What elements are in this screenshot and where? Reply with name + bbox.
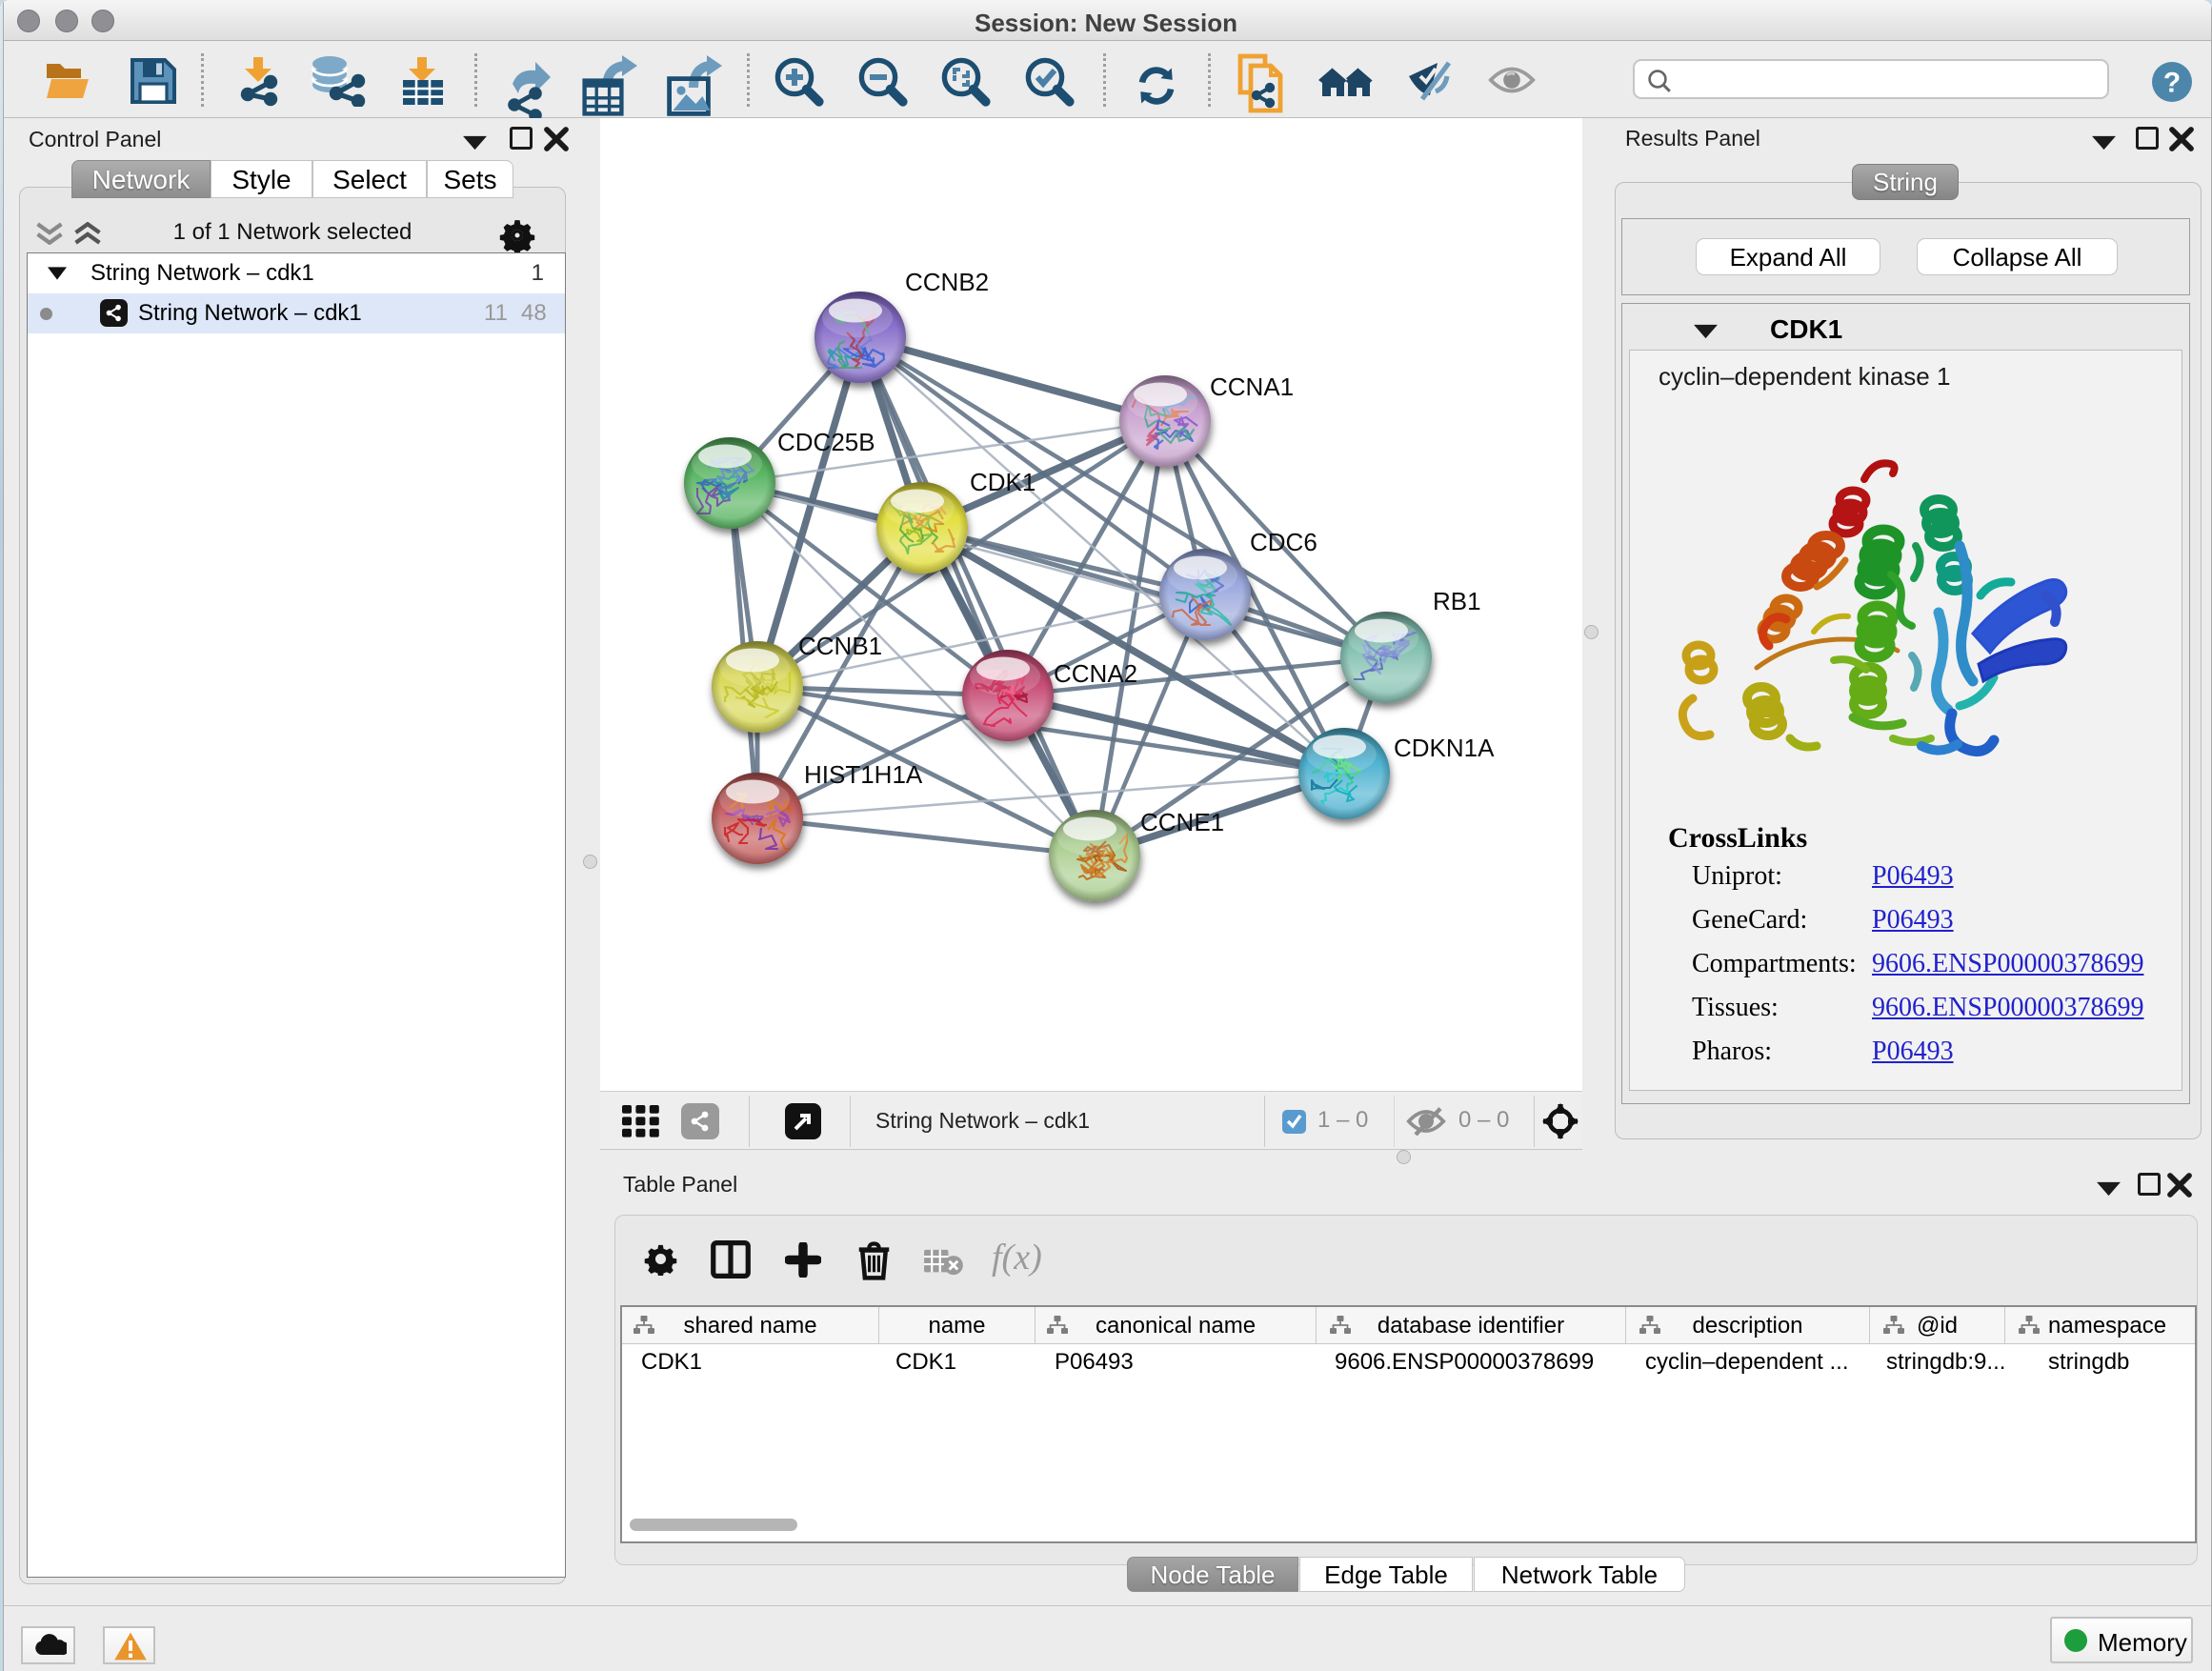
svg-text:CDK1: CDK1 [970, 468, 1036, 496]
svg-text:CCNB1: CCNB1 [798, 632, 882, 660]
svg-text:CCNE1: CCNE1 [1140, 808, 1224, 836]
svg-text:RB1: RB1 [1433, 587, 1481, 615]
svg-text:CCNA2: CCNA2 [1054, 659, 1137, 688]
svg-text:CDC25B: CDC25B [777, 428, 875, 456]
svg-text:CDC6: CDC6 [1250, 528, 1317, 556]
svg-text:CCNB2: CCNB2 [905, 268, 989, 296]
svg-text:CDKN1A: CDKN1A [1394, 734, 1495, 762]
svg-text:HIST1H1A: HIST1H1A [804, 760, 923, 789]
svg-text:CCNA1: CCNA1 [1210, 372, 1294, 401]
svg-text:?: ? [2163, 67, 2181, 98]
